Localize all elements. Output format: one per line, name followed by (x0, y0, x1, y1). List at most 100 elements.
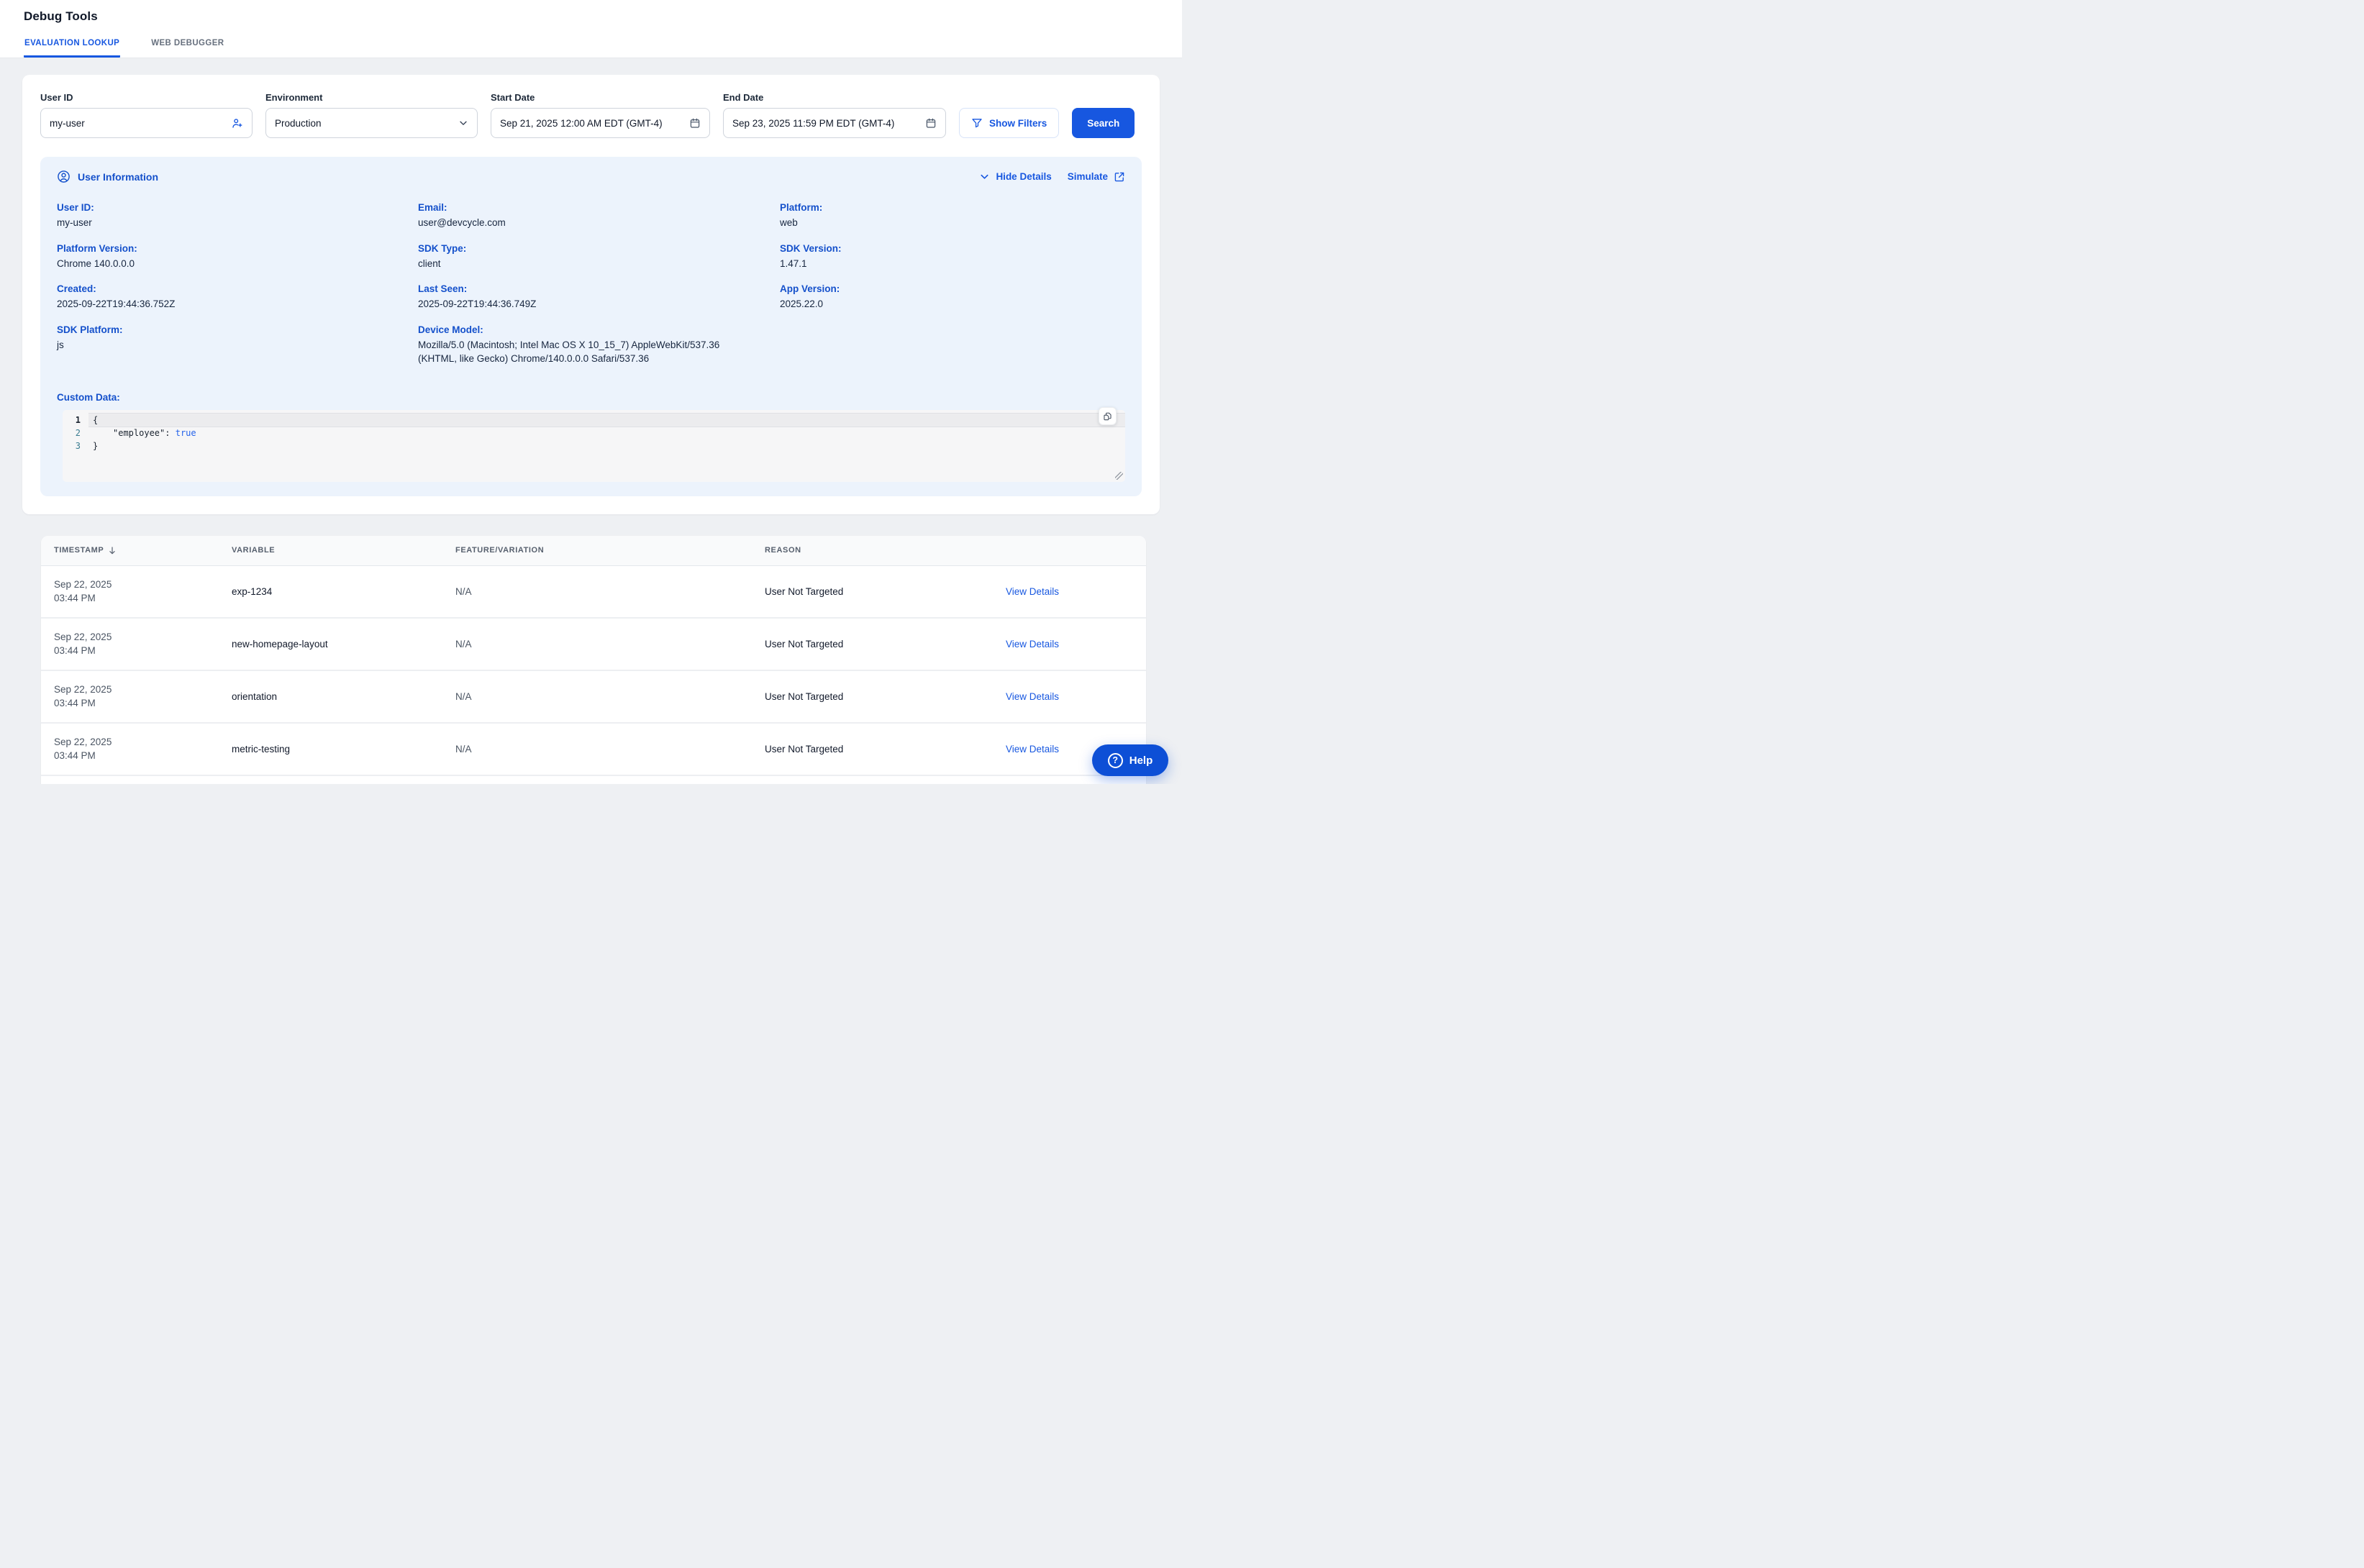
calendar-icon[interactable] (689, 117, 701, 129)
variable-cell: metric-testing (219, 744, 442, 755)
reason-cell: User Not Targeted (752, 639, 993, 649)
timestamp-cell: Sep 22, 202503:44 PM (41, 735, 219, 763)
info-field-sdk-platform: SDK Platform: js (57, 323, 418, 366)
view-details-link[interactable]: View Details (1006, 639, 1059, 649)
question-circle-icon: ? (1108, 753, 1123, 768)
user-information-header: User Information Hide Details Simulate (57, 170, 1125, 183)
info-field-user-id: User ID: my-user (57, 201, 418, 230)
feature-cell: N/A (442, 691, 752, 702)
timestamp-cell: Sep 22, 202503:44 PM (41, 683, 219, 711)
copy-icon (1103, 411, 1112, 421)
user-id-input[interactable]: my-user (40, 108, 253, 138)
start-date-input[interactable]: Sep 21, 2025 12:00 AM EDT (GMT-4) (491, 108, 710, 138)
info-field-email: Email: user@devcycle.com (418, 201, 780, 230)
info-field-app-version: App Version: 2025.22.0 (780, 282, 1125, 311)
start-date-field-wrap: Start Date Sep 21, 2025 12:00 AM EDT (GM… (491, 92, 710, 138)
code-line-1: 1 { (63, 414, 1125, 427)
search-button[interactable]: Search (1072, 108, 1135, 138)
view-details-link[interactable]: View Details (1006, 691, 1059, 702)
tab-web-debugger[interactable]: WEB DEBUGGER (150, 35, 224, 58)
table-row: Sep 22, 202503:44 PM metric-testing N/A … (41, 724, 1146, 776)
end-date-value: Sep 23, 2025 11:59 PM EDT (GMT-4) (732, 118, 925, 129)
debug-tools-page: Debug Tools EVALUATION LOOKUP WEB DEBUGG… (0, 0, 1182, 784)
environment-select[interactable]: Production (265, 108, 478, 138)
calendar-icon[interactable] (925, 117, 937, 129)
simulate-button[interactable]: Simulate (1068, 171, 1125, 183)
resize-handle[interactable] (1115, 472, 1123, 480)
tab-evaluation-lookup[interactable]: EVALUATION LOOKUP (24, 35, 120, 58)
user-information-title: User Information (78, 171, 158, 183)
line-number: 3 (63, 439, 88, 452)
environment-label: Environment (265, 92, 478, 103)
timestamp-cell: Sep 22, 202503:44 PM (41, 630, 219, 658)
custom-data-section: Custom Data: 1 { 2 "employee": true 3 } (57, 391, 1125, 482)
reason-cell: User Not Targeted (752, 691, 993, 702)
sort-descending-icon (108, 546, 117, 555)
column-header-feature-variation: FEATURE/VARIATION (442, 546, 752, 555)
chevron-down-icon (979, 171, 990, 182)
info-field-platform: Platform: web (780, 201, 1125, 230)
feature-cell: N/A (442, 744, 752, 755)
json-value: true (176, 428, 196, 438)
end-date-input[interactable]: Sep 23, 2025 11:59 PM EDT (GMT-4) (723, 108, 946, 138)
user-id-label: User ID (40, 92, 253, 103)
table-row: Sep 22, 202503:44 PM exp-1234 N/A User N… (41, 566, 1146, 619)
table-row: Sep 22, 202503:44 PM orientation N/A Use… (41, 671, 1146, 724)
column-header-reason: REASON (752, 546, 993, 555)
chevron-down-icon (458, 118, 468, 128)
user-add-icon[interactable] (231, 117, 243, 129)
code-line-3: 3 } (63, 439, 1125, 452)
user-information-panel: User Information Hide Details Simulate (40, 157, 1142, 496)
custom-data-editor[interactable]: 1 { 2 "employee": true 3 } (63, 410, 1125, 482)
filter-row: User ID my-user Environment Productio (40, 92, 1142, 138)
reason-cell: User Not Targeted (752, 586, 993, 597)
lookup-card: User ID my-user Environment Productio (22, 75, 1160, 514)
feature-cell: N/A (442, 586, 752, 597)
table-header-row: TIMESTAMP VARIABLE FEATURE/VARIATION REA… (41, 536, 1146, 566)
info-field-empty (780, 323, 1125, 366)
column-header-timestamp[interactable]: TIMESTAMP (41, 546, 219, 555)
end-date-field-wrap: End Date Sep 23, 2025 11:59 PM EDT (GMT-… (723, 92, 946, 138)
tab-bar: EVALUATION LOOKUP WEB DEBUGGER (24, 35, 225, 58)
hide-details-label: Hide Details (996, 171, 1051, 182)
user-info-grid: User ID: my-user Email: user@devcycle.co… (57, 201, 1125, 366)
variable-cell: orientation (219, 691, 442, 702)
info-field-device-model: Device Model: Mozilla/5.0 (Macintosh; In… (418, 323, 780, 366)
user-information-actions: Hide Details Simulate (979, 171, 1125, 183)
info-field-last-seen: Last Seen: 2025-09-22T19:44:36.749Z (418, 282, 780, 311)
evaluations-table: TIMESTAMP VARIABLE FEATURE/VARIATION REA… (41, 536, 1146, 785)
external-link-icon (1114, 171, 1125, 183)
view-details-link[interactable]: View Details (1006, 586, 1059, 597)
info-field-created: Created: 2025-09-22T19:44:36.752Z (57, 282, 418, 311)
variable-cell: exp-1234 (219, 586, 442, 597)
environment-field-wrap: Environment Production (265, 92, 478, 138)
reason-cell: User Not Targeted (752, 744, 993, 755)
code-line-2: 2 "employee": true (63, 427, 1125, 439)
show-filters-label: Show Filters (989, 118, 1047, 129)
show-filters-button[interactable]: Show Filters (959, 108, 1059, 138)
start-date-value: Sep 21, 2025 12:00 AM EDT (GMT-4) (500, 118, 689, 129)
page-title: Debug Tools (24, 0, 1182, 24)
user-information-title-wrap: User Information (57, 170, 158, 183)
line-number: 2 (63, 427, 88, 439)
copy-button[interactable] (1099, 407, 1117, 425)
feature-cell: N/A (442, 639, 752, 649)
info-field-platform-version: Platform Version: Chrome 140.0.0.0 (57, 242, 418, 271)
page-header: Debug Tools EVALUATION LOOKUP WEB DEBUGG… (0, 0, 1182, 58)
filter-funnel-icon (971, 117, 983, 129)
info-field-sdk-type: SDK Type: client (418, 242, 780, 271)
timestamp-cell: Sep 22, 202503:44 PM (41, 578, 219, 606)
variable-cell: new-homepage-layout (219, 639, 442, 649)
simulate-label: Simulate (1068, 171, 1108, 182)
line-number: 1 (63, 414, 88, 427)
user-id-value: my-user (50, 118, 231, 129)
view-details-link[interactable]: View Details (1006, 744, 1059, 755)
hide-details-button[interactable]: Hide Details (979, 171, 1051, 182)
column-header-variable: VARIABLE (219, 546, 442, 555)
user-id-field-wrap: User ID my-user (40, 92, 253, 138)
help-button[interactable]: ? Help (1092, 744, 1168, 776)
start-date-label: Start Date (491, 92, 710, 103)
table-row: Sep 22, 202503:44 PM new-homepage-layout… (41, 619, 1146, 671)
table-row: Sep 22, 202503:44 PM togglebot-speed Hel… (41, 776, 1146, 785)
info-field-sdk-version: SDK Version: 1.47.1 (780, 242, 1125, 271)
